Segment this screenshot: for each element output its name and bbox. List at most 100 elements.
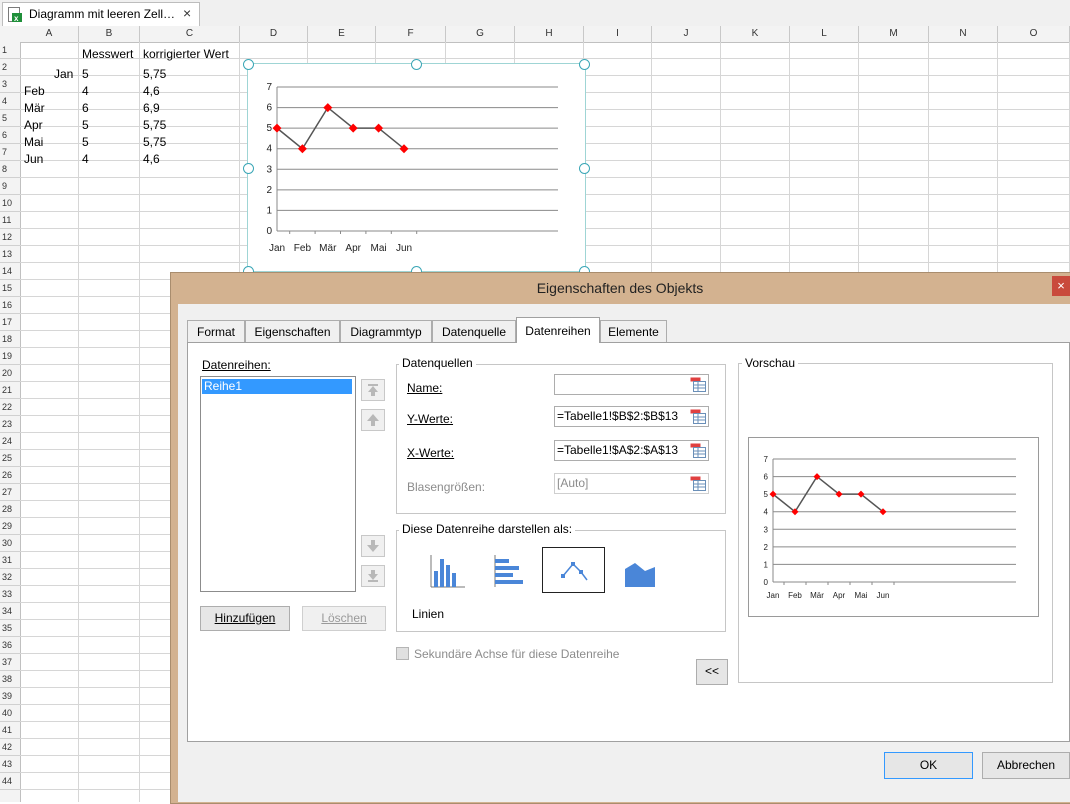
row-header-16[interactable]: 16: [0, 297, 20, 314]
cell-A6[interactable]: Mai: [24, 134, 43, 151]
delete-series-button[interactable]: Löschen: [302, 606, 386, 631]
cell-C5[interactable]: 5,75: [143, 117, 166, 134]
row-header-23[interactable]: 23: [0, 416, 20, 433]
row-header-11[interactable]: 11: [0, 212, 20, 229]
cell-B2[interactable]: 5: [82, 66, 89, 83]
resize-handle-top[interactable]: [411, 59, 422, 70]
resize-handle-top-right[interactable]: [579, 59, 590, 70]
column-header-K[interactable]: K: [721, 26, 790, 42]
row-header-33[interactable]: 33: [0, 586, 20, 603]
row-header-29[interactable]: 29: [0, 518, 20, 535]
tab-format[interactable]: Format: [187, 320, 245, 342]
tab-datenreihen[interactable]: Datenreihen: [516, 317, 600, 343]
column-header-O[interactable]: O: [998, 26, 1070, 42]
column-header-J[interactable]: J: [652, 26, 721, 42]
column-header-H[interactable]: H: [515, 26, 584, 42]
move-up-button[interactable]: [361, 409, 385, 431]
row-header-43[interactable]: 43: [0, 756, 20, 773]
resize-handle-top-left[interactable]: [243, 59, 254, 70]
row-header-32[interactable]: 32: [0, 569, 20, 586]
column-header-I[interactable]: I: [584, 26, 652, 42]
row-header-17[interactable]: 17: [0, 314, 20, 331]
line-chart-option[interactable]: [542, 547, 605, 593]
cell-B3[interactable]: 4: [82, 83, 89, 100]
row-header-35[interactable]: 35: [0, 620, 20, 637]
document-tab[interactable]: x Diagramm mit leeren Zell… ×: [2, 2, 200, 26]
row-header-5[interactable]: 5: [0, 110, 20, 127]
row-header-13[interactable]: 13: [0, 246, 20, 263]
series-list-item[interactable]: Reihe1: [202, 379, 352, 394]
column-header-L[interactable]: L: [790, 26, 859, 42]
y-values-field[interactable]: =Tabelle1!$B$2:$B$13: [554, 406, 709, 427]
column-header-A[interactable]: A: [20, 26, 79, 42]
bubble-size-field[interactable]: [Auto]: [554, 473, 709, 494]
tab-diagrammtyp[interactable]: Diagrammtyp: [340, 320, 432, 342]
row-header-40[interactable]: 40: [0, 705, 20, 722]
add-series-button[interactable]: Hinzufügen: [200, 606, 290, 631]
cell-B6[interactable]: 5: [82, 134, 89, 151]
cell-C3[interactable]: 4,6: [143, 83, 160, 100]
column-header-G[interactable]: G: [446, 26, 515, 42]
cell-C2[interactable]: 5,75: [143, 66, 166, 83]
resize-handle-right[interactable]: [579, 163, 590, 174]
move-bottom-button[interactable]: [361, 565, 385, 587]
range-picker-icon[interactable]: [690, 476, 706, 491]
row-header-37[interactable]: 37: [0, 654, 20, 671]
row-header-22[interactable]: 22: [0, 399, 20, 416]
cell-A4[interactable]: Mär: [24, 100, 45, 117]
cell-C4[interactable]: 6,9: [143, 100, 160, 117]
column-header-M[interactable]: M: [859, 26, 929, 42]
close-dialog-icon[interactable]: ×: [1052, 276, 1070, 296]
row-header-28[interactable]: 28: [0, 501, 20, 518]
row-header-41[interactable]: 41: [0, 722, 20, 739]
name-field[interactable]: [554, 374, 709, 395]
row-header-42[interactable]: 42: [0, 739, 20, 756]
column-header-C[interactable]: C: [140, 26, 240, 42]
bar-chart-option[interactable]: [479, 547, 541, 593]
cell-A5[interactable]: Apr: [24, 117, 43, 134]
row-header-27[interactable]: 27: [0, 484, 20, 501]
series-list[interactable]: [200, 376, 356, 592]
row-header-14[interactable]: 14: [0, 263, 20, 280]
cell-B4[interactable]: 6: [82, 100, 89, 117]
ok-button[interactable]: OK: [884, 752, 973, 779]
row-header-15[interactable]: 15: [0, 280, 20, 297]
column-header-F[interactable]: F: [376, 26, 446, 42]
row-header-25[interactable]: 25: [0, 450, 20, 467]
tab-datenquelle[interactable]: Datenquelle: [432, 320, 516, 342]
secondary-axis-checkbox[interactable]: [396, 647, 409, 660]
row-header-1[interactable]: 1: [0, 42, 20, 59]
cell-A3[interactable]: Feb: [24, 83, 45, 100]
row-header-18[interactable]: 18: [0, 331, 20, 348]
row-header-21[interactable]: 21: [0, 382, 20, 399]
row-header-26[interactable]: 26: [0, 467, 20, 484]
column-header-B[interactable]: B: [79, 26, 140, 42]
row-header-4[interactable]: 4: [0, 93, 20, 110]
embedded-chart[interactable]: 0 1 2 3 4 5 6 7 Jan Feb Mär Apr Mai Jun: [247, 63, 586, 272]
x-values-field[interactable]: =Tabelle1!$A$2:$A$13: [554, 440, 709, 461]
move-top-button[interactable]: [361, 379, 385, 401]
range-picker-icon[interactable]: [690, 409, 706, 424]
cell-B1[interactable]: Messwert: [82, 46, 133, 63]
cell-C6[interactable]: 5,75: [143, 134, 166, 151]
resize-handle-left[interactable]: [243, 163, 254, 174]
row-header-36[interactable]: 36: [0, 637, 20, 654]
column-chart-option[interactable]: [415, 547, 477, 593]
row-header-8[interactable]: 8: [0, 161, 20, 178]
row-header-10[interactable]: 10: [0, 195, 20, 212]
cell-B5[interactable]: 5: [82, 117, 89, 134]
row-header-3[interactable]: 3: [0, 76, 20, 93]
row-header-9[interactable]: 9: [0, 178, 20, 195]
column-header-D[interactable]: D: [240, 26, 308, 42]
area-chart-option[interactable]: [609, 547, 671, 593]
row-header-30[interactable]: 30: [0, 535, 20, 552]
cell-A2[interactable]: Jan: [54, 66, 73, 83]
row-header-34[interactable]: 34: [0, 603, 20, 620]
row-header-19[interactable]: 19: [0, 348, 20, 365]
range-picker-icon[interactable]: [690, 377, 706, 392]
row-header-44[interactable]: 44: [0, 773, 20, 790]
row-header-39[interactable]: 39: [0, 688, 20, 705]
row-header-6[interactable]: 6: [0, 127, 20, 144]
row-header-38[interactable]: 38: [0, 671, 20, 688]
row-header-31[interactable]: 31: [0, 552, 20, 569]
